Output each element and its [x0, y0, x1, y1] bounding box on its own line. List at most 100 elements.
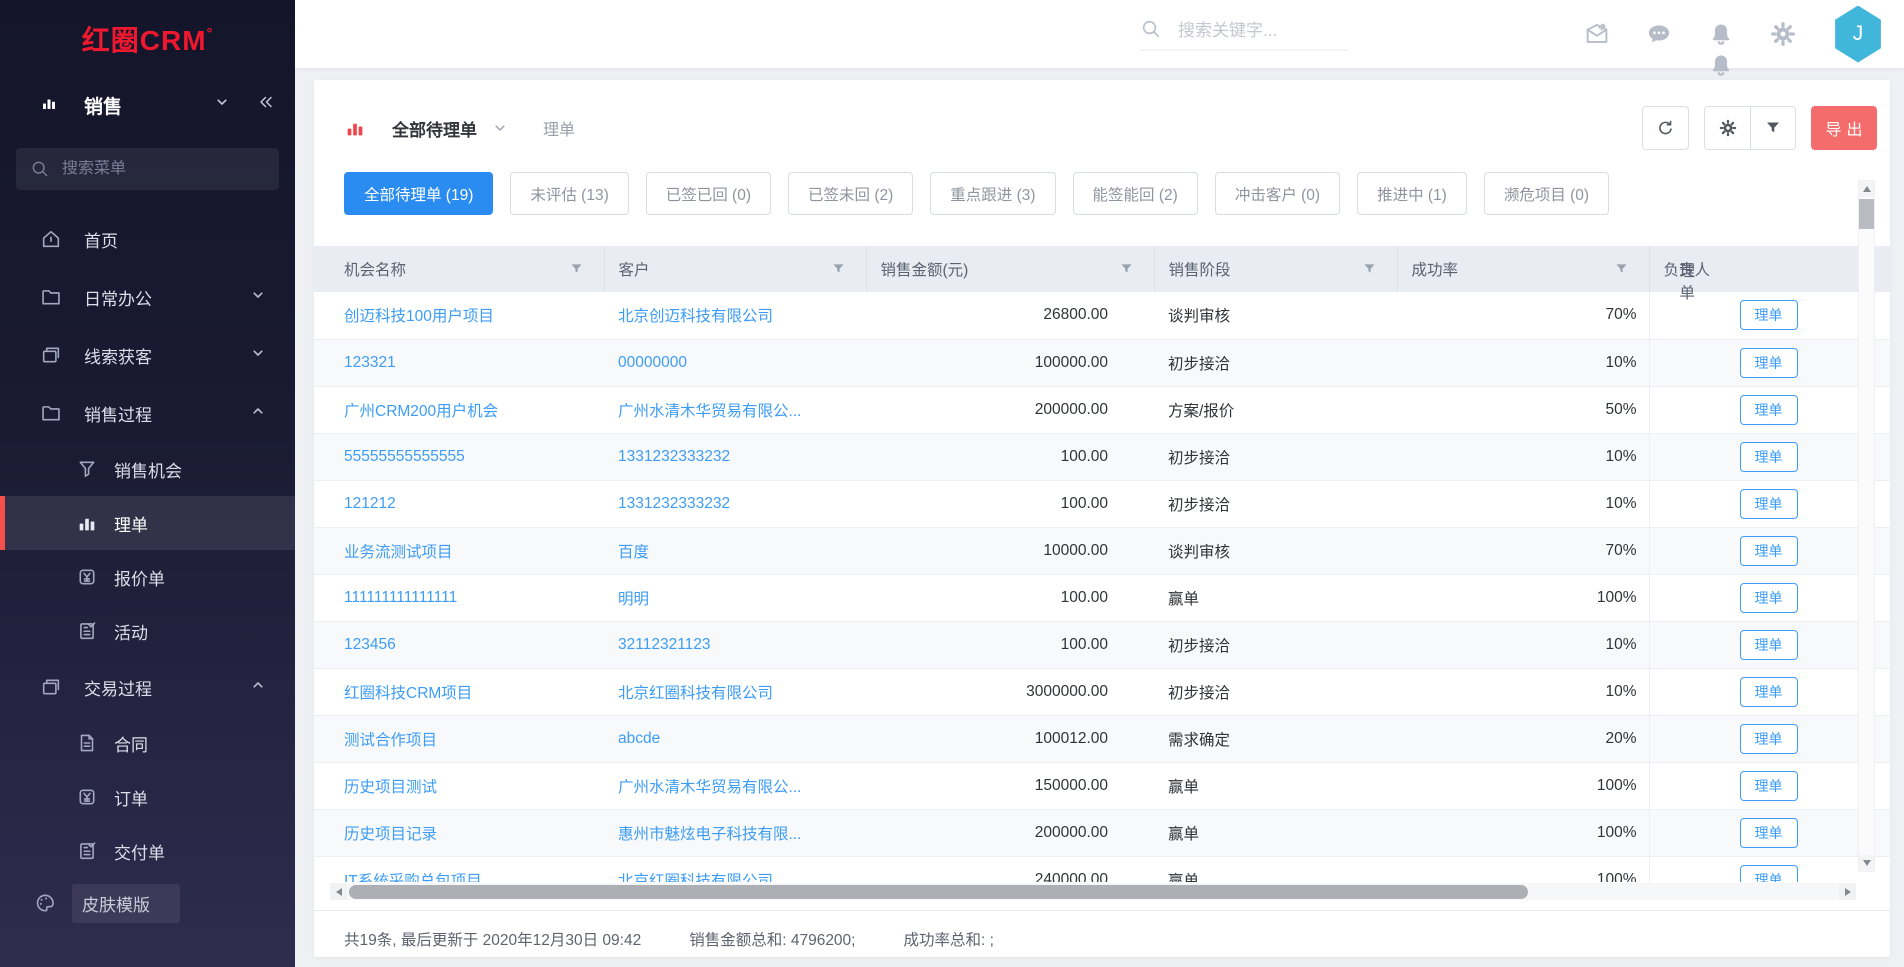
mail-icon[interactable] [1584, 21, 1610, 47]
horizontal-scroll-track[interactable] [347, 883, 1839, 900]
horizontal-scroll-thumb[interactable] [349, 885, 1528, 899]
refresh-button[interactable] [1642, 106, 1689, 150]
sidebar-item-contract[interactable]: 合同 [0, 716, 295, 770]
opportunity-link[interactable]: 测试合作项目 [344, 732, 437, 749]
sidebar-item-quotation[interactable]: 报价单 [0, 550, 295, 604]
lidan-action-button[interactable]: 理单 [1740, 442, 1798, 472]
sidebar-item-delivery[interactable]: 交付单 [0, 824, 295, 878]
customer-link[interactable]: 明明 [618, 591, 649, 608]
opportunity-link[interactable]: 55555555555555 [344, 448, 465, 465]
lidan-action-button[interactable]: 理单 [1740, 630, 1798, 660]
customer-link[interactable]: 北京创迈科技有限公司 [618, 308, 773, 325]
chevron-down-icon[interactable] [491, 119, 509, 137]
yendoc-icon [76, 786, 98, 808]
chevron-up-icon [249, 676, 267, 699]
lidan-action-button[interactable]: 理单 [1740, 348, 1798, 378]
lidan-action-button[interactable]: 理单 [1740, 771, 1798, 801]
lidan-action-button[interactable]: 理单 [1740, 677, 1798, 707]
opportunity-link[interactable]: 业务流测试项目 [344, 544, 453, 561]
opportunity-link[interactable]: 123456 [344, 636, 396, 653]
tab-3[interactable]: 已签已回 (0) [646, 172, 771, 215]
sidebar-workspace-switcher[interactable]: 销售 [0, 78, 295, 132]
customer-link[interactable]: 32112321123 [618, 636, 711, 653]
scroll-up-arrow[interactable] [1859, 181, 1874, 197]
export-button[interactable]: 导出 [1811, 106, 1877, 150]
sidebar-item-skin-template[interactable]: 皮肤模版 [0, 880, 295, 926]
tab-6[interactable]: 能签能回 (2) [1073, 172, 1198, 215]
customer-link[interactable]: 广州水清木华贸易有限公... [618, 403, 801, 420]
amount-cell: 26800.00 [866, 292, 1154, 339]
customer-link[interactable]: 北京红圈科技有限公司 [618, 873, 773, 883]
chevron-down-icon[interactable] [213, 93, 231, 117]
opportunity-link[interactable]: 广州CRM200用户机会 [344, 403, 498, 420]
global-search[interactable] [1140, 18, 1348, 51]
global-search-input[interactable] [1178, 21, 1348, 41]
filter-button[interactable] [1750, 107, 1795, 149]
lidan-action-button[interactable]: 理单 [1740, 489, 1798, 519]
tab-2[interactable]: 未评估 (13) [510, 172, 628, 215]
opportunity-link[interactable]: 121212 [344, 495, 396, 512]
stage-cell: 初步接洽 [1154, 668, 1397, 715]
opportunity-link[interactable]: 123321 [344, 354, 396, 371]
column-filter-icon[interactable] [1119, 262, 1134, 277]
customer-link[interactable]: 北京红圈科技有限公司 [618, 685, 773, 702]
sidebar-item-daily-office[interactable]: 日常办公 [0, 268, 295, 326]
column-filter-icon[interactable] [1614, 262, 1629, 277]
sidebar: 红圈CRM° 销售 首页日常办公线索获客销售过程销售机会理单报价单活动交易过程合… [0, 0, 295, 967]
sidebar-item-lead-acquisition[interactable]: 线索获客 [0, 326, 295, 384]
sidebar-item-activity[interactable]: 活动 [0, 604, 295, 658]
tab-4[interactable]: 已签未回 (2) [788, 172, 913, 215]
sidebar-item-trade-process[interactable]: 交易过程 [0, 658, 295, 716]
tab-9[interactable]: 濒危项目 (0) [1484, 172, 1609, 215]
lidan-action-button[interactable]: 理单 [1740, 818, 1798, 848]
lidan-action-button[interactable]: 理单 [1740, 583, 1798, 613]
sidebar-search-input[interactable] [62, 160, 242, 178]
lidan-action-button[interactable]: 理单 [1740, 395, 1798, 425]
horizontal-scrollbar[interactable] [330, 883, 1856, 900]
scroll-left-arrow[interactable] [330, 883, 347, 900]
topbar-icons: J [1584, 6, 1904, 63]
lidan-action-button[interactable]: 理单 [1740, 724, 1798, 754]
lidan-action-button[interactable]: 理单 [1740, 300, 1798, 330]
gear-icon[interactable] [1770, 21, 1796, 47]
tab-7[interactable]: 冲击客户 (0) [1215, 172, 1340, 215]
opportunity-link[interactable]: IT系统采购总包项目 [344, 873, 482, 883]
chat-icon[interactable] [1646, 21, 1672, 47]
sidebar-item-lidan[interactable]: 理单 [0, 496, 295, 550]
sidebar-item-order[interactable]: 订单 [0, 770, 295, 824]
column-filter-icon[interactable] [569, 262, 584, 277]
collapse-sidebar-icon[interactable] [257, 93, 275, 117]
opportunity-link[interactable]: 历史项目记录 [344, 826, 437, 843]
tab-8[interactable]: 推进中 (1) [1357, 172, 1467, 215]
tab-5[interactable]: 重点跟进 (3) [930, 172, 1055, 215]
scroll-right-arrow[interactable] [1839, 883, 1856, 900]
customer-link[interactable]: 1331232333232 [618, 495, 730, 512]
sidebar-item-sales-opportunity[interactable]: 销售机会 [0, 442, 295, 496]
customer-link[interactable]: abcde [618, 730, 660, 747]
sidebar-item-home[interactable]: 首页 [0, 210, 295, 268]
scroll-down-arrow[interactable] [1859, 855, 1874, 871]
opportunity-link[interactable]: 111111111111111 [344, 589, 457, 606]
customer-link[interactable]: 惠州市魅炫电子科技有限... [618, 826, 801, 843]
rate-total: 成功率总和: ; [903, 928, 993, 950]
avatar[interactable]: J [1832, 6, 1884, 63]
column-filter-icon[interactable] [831, 262, 846, 277]
tab-1[interactable]: 全部待理单 (19) [344, 172, 493, 215]
customer-link[interactable]: 广州水清木华贸易有限公... [618, 779, 801, 796]
customer-link[interactable]: 1331232333232 [618, 448, 730, 465]
opportunity-link[interactable]: 历史项目测试 [344, 779, 437, 796]
vertical-scroll-thumb[interactable] [1859, 199, 1874, 229]
settings-button[interactable] [1705, 107, 1750, 149]
customer-link[interactable]: 00000000 [618, 354, 687, 371]
lidan-action-button[interactable]: 理单 [1740, 865, 1798, 883]
sidebar-item-sales-process[interactable]: 销售过程 [0, 384, 295, 442]
customer-link[interactable]: 百度 [618, 544, 649, 561]
bell-icon[interactable] [1708, 21, 1734, 47]
opportunity-link[interactable]: 红圈科技CRM项目 [344, 685, 472, 702]
lidan-action-button[interactable]: 理单 [1740, 536, 1798, 566]
opportunity-link[interactable]: 创迈科技100用户项目 [344, 308, 494, 325]
column-filter-icon[interactable] [1362, 262, 1377, 277]
vertical-scrollbar[interactable] [1858, 180, 1875, 872]
sidebar-search[interactable] [16, 148, 279, 190]
subtab-lidan[interactable]: 理单 [543, 116, 575, 140]
